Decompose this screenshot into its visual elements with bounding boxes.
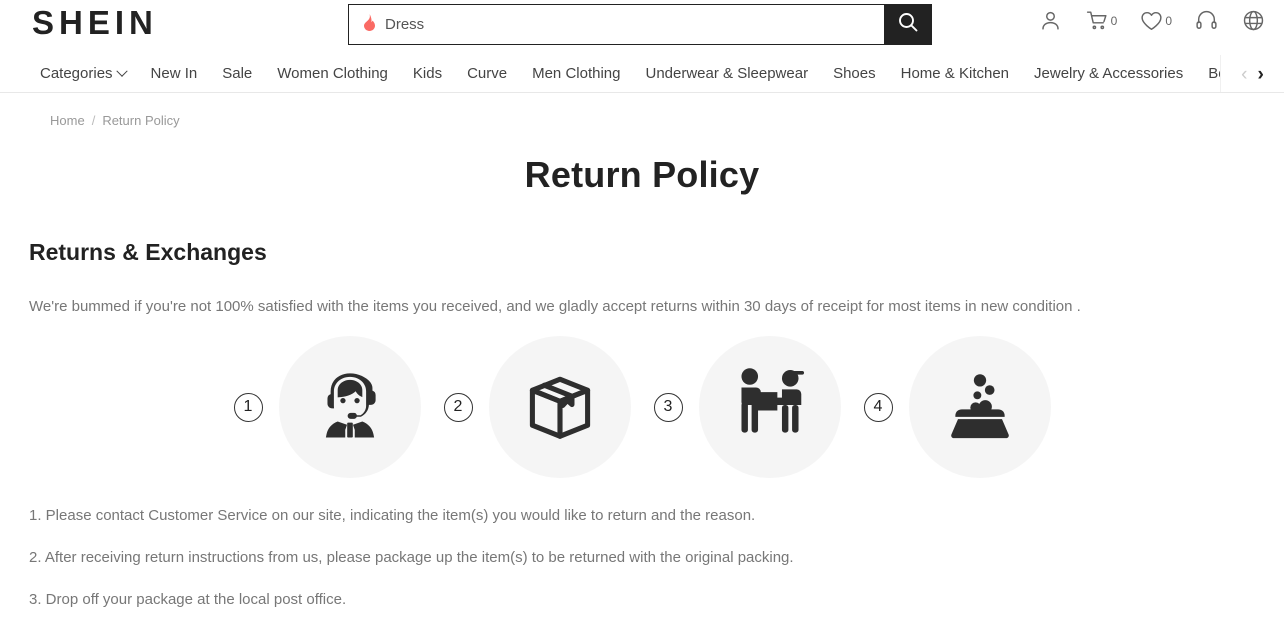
- nav-item-sale[interactable]: Sale: [222, 65, 252, 82]
- search-input-value: Dress: [385, 16, 425, 33]
- nav-item-categories[interactable]: Categories: [40, 65, 128, 82]
- nav-prev-arrow-icon[interactable]: ‹: [1241, 65, 1247, 84]
- nav-item-label: Men Clothing: [532, 65, 621, 82]
- nav-item-label: Home & Kitchen: [900, 65, 1010, 82]
- page-title: Return Policy: [524, 154, 760, 195]
- nav-item-label: Sale: [222, 65, 253, 82]
- nav-item-underwear-sleepwear[interactable]: Underwear & Sleepwear: [645, 65, 808, 82]
- breadcrumb-separator: /: [91, 113, 96, 128]
- nav-item-label: Kids: [412, 65, 443, 82]
- nav-item-kids[interactable]: Kids: [413, 65, 442, 82]
- nav-item-curve[interactable]: Curve: [467, 65, 507, 82]
- step-icon-container: [488, 336, 631, 478]
- header-icon-group: 0 0: [1034, 6, 1270, 35]
- nav-item-label: Curve: [467, 65, 508, 82]
- support-headset-icon[interactable]: [1190, 6, 1223, 35]
- nav-item-label: Categories: [40, 65, 113, 82]
- account-icon[interactable]: [1034, 6, 1067, 35]
- step-number-badge: 3: [653, 392, 683, 422]
- breadcrumb-home-link[interactable]: Home: [50, 113, 85, 128]
- section-heading-returns-exchanges: Returns & Exchanges: [29, 239, 267, 265]
- nav-item-home-kitchen[interactable]: Home & Kitchen: [901, 65, 1009, 82]
- nav-item-list: Categories New In Sale Women Clothing Kids Cu…: [40, 65, 1255, 82]
- breadcrumb-current: Return Policy: [102, 113, 180, 128]
- shein-logo[interactable]: SHEIN: [32, 4, 158, 42]
- step-number-badge: 1: [233, 392, 263, 422]
- nav-scroll-controls: ‹ ›: [1220, 55, 1284, 92]
- nav-item-shoes[interactable]: Shoes: [833, 65, 876, 82]
- flame-icon: [363, 13, 376, 36]
- search-button[interactable]: [884, 5, 931, 44]
- nav-item-label: Shoes: [833, 65, 876, 82]
- nav-item-women-clothing[interactable]: Women Clothing: [277, 65, 388, 82]
- nav-item-label: Jewelry & Accessories: [1034, 65, 1184, 82]
- cart-count: 0: [1110, 14, 1118, 28]
- step-icon-container: [278, 336, 421, 478]
- refund-wallet-icon: [936, 361, 1024, 454]
- breadcrumb: Home / Return Policy: [0, 93, 1284, 128]
- nav-item-label: Underwear & Sleepwear: [645, 65, 809, 82]
- nav-next-arrow-icon[interactable]: ›: [1258, 65, 1264, 84]
- site-header: SHEIN Dress 0 0: [0, 0, 1284, 55]
- nav-item-label: New In: [150, 65, 198, 82]
- package-box-icon: [514, 359, 606, 456]
- return-policy-list: 1. Please contact Customer Service on ou…: [29, 502, 1255, 633]
- nav-item-label: Women Clothing: [277, 65, 388, 82]
- nav-item-jewelry-accessories[interactable]: Jewelry & Accessories: [1034, 65, 1183, 82]
- chevron-down-icon: [115, 65, 128, 77]
- policy-item: 4. For products that are returned in acc…: [29, 628, 1255, 633]
- customer-service-agent-icon: [306, 361, 394, 454]
- step-3: 3: [653, 336, 841, 478]
- intro-paragraph: We're bummed if you're not 100% satisfie…: [29, 298, 1081, 315]
- search-input[interactable]: Dress: [349, 5, 884, 44]
- nav-item-new-in[interactable]: New In: [151, 65, 198, 82]
- policy-item: 3. Drop off your package at the local po…: [29, 591, 347, 608]
- main-navigation: Categories New In Sale Women Clothing Kids Cu…: [0, 55, 1284, 93]
- step-icon-container: [698, 336, 841, 478]
- package-handover-icon: [724, 359, 816, 456]
- step-number-badge: 4: [863, 392, 893, 422]
- search-bar[interactable]: Dress: [348, 4, 932, 45]
- nav-item-men-clothing[interactable]: Men Clothing: [532, 65, 620, 82]
- step-icon-container: [908, 336, 1051, 478]
- step-4: 4: [863, 336, 1051, 478]
- policy-item: 1. Please contact Customer Service on ou…: [29, 507, 756, 524]
- return-steps: 1 2 3 4: [0, 336, 1284, 478]
- search-icon: [896, 10, 920, 39]
- cart-icon[interactable]: 0: [1081, 6, 1122, 35]
- step-number-badge: 2: [443, 392, 473, 422]
- step-1: 1: [233, 336, 421, 478]
- step-2: 2: [443, 336, 631, 478]
- wishlist-count: 0: [1165, 14, 1172, 28]
- language-globe-icon[interactable]: [1237, 6, 1270, 35]
- policy-item: 2. After receiving return instructions f…: [29, 549, 794, 566]
- wishlist-heart-icon[interactable]: 0: [1135, 6, 1176, 35]
